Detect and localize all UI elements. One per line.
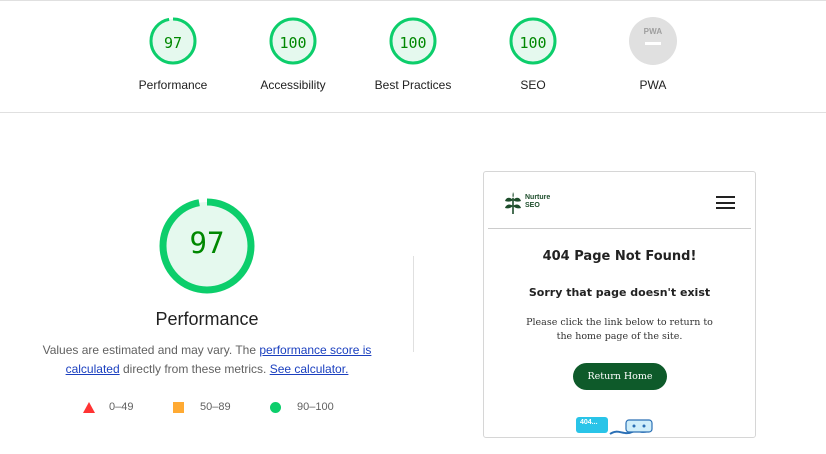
gauge-label: Best Practices [374, 78, 452, 92]
gauge-performance[interactable]: 97 Performance [113, 17, 233, 92]
gauge-score: 100 [279, 34, 307, 52]
square-icon [173, 402, 184, 413]
404-illustration-icon [576, 417, 653, 435]
gauge-label: Performance [138, 78, 208, 92]
final-screenshot[interactable]: Nurture SEO 404 Page Not Found! Sorry th… [483, 171, 756, 438]
gauge-label: PWA [639, 78, 667, 92]
not-found-heading: 404 Page Not Found! [542, 249, 697, 264]
gauge-score: 100 [519, 34, 547, 52]
description-text: Values are estimated and may vary. The [42, 343, 260, 357]
gauge-label: SEO [520, 78, 546, 92]
performance-description: Values are estimated and may vary. The p… [32, 341, 382, 379]
brand-name: Nurture SEO [525, 194, 565, 210]
pwa-dash-icon [645, 42, 661, 45]
gauge-pwa[interactable]: PWA PWA [593, 17, 713, 92]
gauge-label: Accessibility [260, 78, 326, 92]
section-divider [413, 256, 414, 352]
not-found-paragraph: Please click the link below to return to… [526, 317, 713, 342]
brand-line: Nurture [525, 194, 551, 201]
see-calculator-link[interactable]: See calculator. [270, 362, 349, 376]
performance-score-value: 97 [189, 226, 225, 260]
gauge-best-practices[interactable]: 100 Best Practices [353, 17, 473, 92]
return-home-button[interactable]: Return Home [573, 363, 667, 390]
category-gauges-bar: 97 Performance 100 Accessibility 100 Bes… [0, 0, 826, 113]
brand-line: SEO [525, 202, 540, 209]
circle-icon [270, 402, 281, 413]
404-badge-text: 404... [580, 419, 598, 426]
hamburger-menu-icon[interactable] [716, 196, 735, 209]
legend-range: 50–89 [200, 401, 231, 413]
gauge-seo[interactable]: 100 SEO [473, 17, 593, 92]
description-text: directly from these metrics. [119, 362, 270, 376]
triangle-icon [83, 402, 95, 413]
gauge-score: 97 [163, 34, 183, 52]
header-divider [488, 228, 751, 229]
gauge-accessibility[interactable]: 100 Accessibility [233, 17, 353, 92]
leaf-logo-icon [505, 192, 521, 214]
performance-title: Performance [155, 309, 259, 329]
pwa-badge-icon: PWA [629, 17, 677, 65]
gauge-score: 100 [399, 34, 427, 52]
legend-range: 90–100 [297, 401, 334, 413]
not-found-subheading: Sorry that page doesn't exist [528, 286, 711, 299]
pwa-badge-text: PWA [643, 27, 663, 36]
legend-range: 0–49 [109, 401, 134, 413]
